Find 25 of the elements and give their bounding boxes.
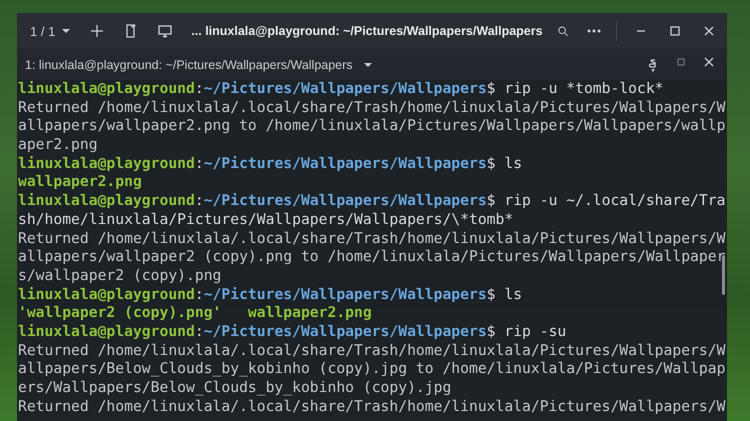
- terminal-line: linuxlala@playground:~/Pictures/Wallpapers/Wallpapers$ rip -u ~/.local/share/Tra: [18, 192, 726, 211]
- terminal-line: s/wallpaper2 (copy).png: [18, 266, 222, 286]
- terminal-line: wallpaper2.png: [18, 173, 143, 192]
- terminal-line: linuxlala@playground:~/Pictures/Wallpapers/Wallpapers$ ls: [18, 286, 524, 304]
- terminal-line: linuxlala@playground:~/Pictures/Wallpapers/Wallpapers$ rip -u *tomb-lock*: [18, 80, 665, 99]
- terminal-line: Returned /home/linuxlala/.local/share/Trash/home/linuxlala/Pictures/Wallpapers/W: [18, 98, 726, 118]
- caret-icon: [362, 62, 373, 68]
- terminal-line: ers/Wallpapers/Below_Clouds_by_kobinho (copy).jpg: [18, 379, 452, 398]
- terminal-line: linuxlala@playground:~/Pictures/Wallpapers/Wallpapers$ rip -su: [18, 322, 568, 342]
- caret-icon: [61, 28, 72, 34]
- terminal-line: allpapers/wallpaper2.png to /home/linuxlala/Pictures/Wallpapers/Wallpapers/wallp: [18, 117, 726, 136]
- terminal-tab[interactable]: 1: linuxlala@playground: ~/Pictures/Wallpapers/Wallpapers: [25, 58, 373, 72]
- terminal-line: sh/home/linuxlala/Pictures/Wallpapers/Wallpapers/\*tomb*: [18, 210, 514, 230]
- terminal-line: allpapers/wallpaper2 (copy).png to /home/linuxlala/Pictures/Wallpapers/Wallpaper: [18, 248, 726, 267]
- screen-icon[interactable]: [157, 23, 174, 39]
- terminal-line: allpapers/Below_Clouds_by_kobinho (copy).jpg to /home/linuxlala/Pictures/Wallpap: [18, 360, 726, 379]
- tab-counter-button[interactable]: 1 / 1: [30, 24, 72, 38]
- terminal-line: Returned /home/linuxlala/.local/share/Trash/home/linuxlala/Pictures/Wallpapers/W: [18, 230, 726, 248]
- plus-icon[interactable]: [89, 23, 106, 39]
- terminal-line: 'wallpaper2 (copy).png' wallpaper2.png: [18, 304, 373, 323]
- window-title: ... linuxlala@playground: ~/Pictures/Wallpapers/Wallpapers: [191, 24, 543, 38]
- terminal-line: linuxlala@playground:~/Pictures/Wallpapers/Wallpapers$ ls: [18, 154, 524, 174]
- terminal-line: Returned /home/linuxlala/.local/share/Trash/home/linuxlala/Pictures/Wallpapers/W: [18, 342, 726, 360]
- terminal-line: Returned /home/linuxlala/.local/share/Trash/home/linuxlala/Pictures/Wallpapers/W: [18, 398, 726, 416]
- terminal-line: aper2.png: [18, 136, 99, 155]
